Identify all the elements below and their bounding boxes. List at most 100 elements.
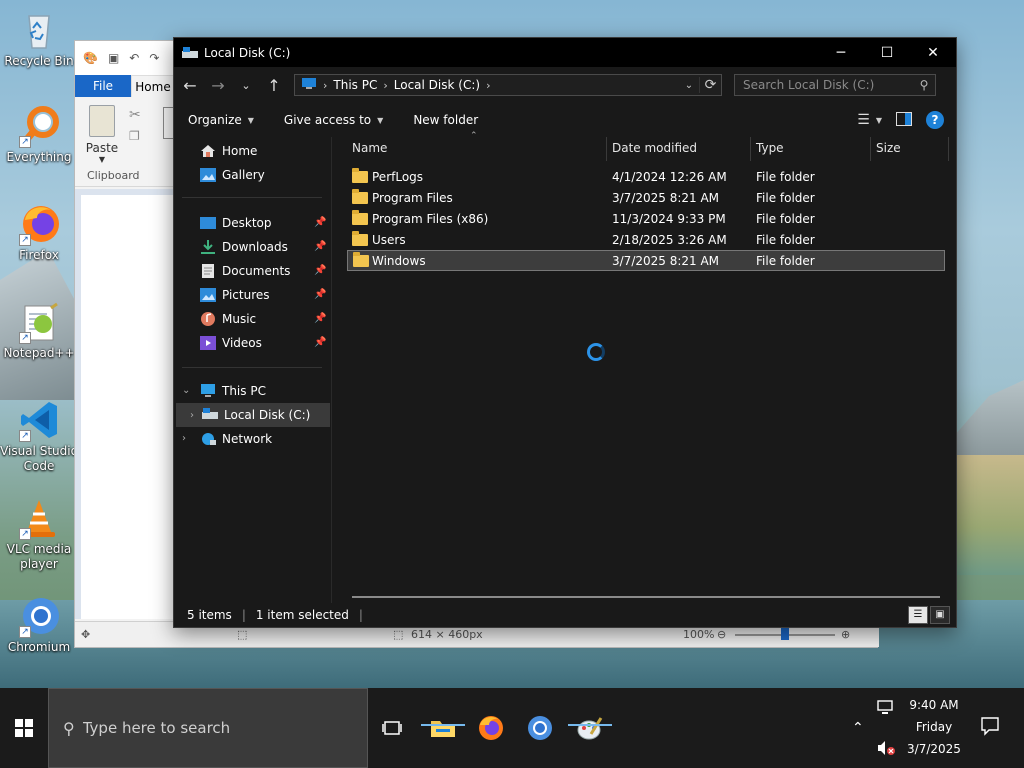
forward-button[interactable]: →	[206, 71, 230, 99]
pin-icon[interactable]: 📌	[314, 217, 326, 228]
zoom-slider-thumb[interactable]	[781, 626, 789, 640]
action-center-button[interactable]	[980, 716, 1000, 739]
minimize-button[interactable]: ─	[818, 38, 864, 67]
nav-this-pc[interactable]: This PC	[200, 379, 266, 403]
copy-icon[interactable]: ❐	[129, 129, 140, 143]
paste-button[interactable]: Paste ▼	[85, 105, 119, 164]
desktop-icon-vlc[interactable]: ↗ VLC media player	[0, 496, 78, 572]
undo-icon[interactable]: ↶	[129, 51, 139, 65]
paint-tab-home[interactable]: Home	[131, 75, 175, 97]
zoom-out-button[interactable]: ⊖	[717, 628, 726, 641]
column-divider[interactable]	[750, 137, 751, 161]
paint-canvas[interactable]	[81, 195, 173, 619]
taskbar-file-explorer[interactable]	[419, 688, 467, 768]
new-folder-button[interactable]: New folder	[413, 113, 478, 127]
breadcrumb-separator[interactable]: ›	[486, 79, 490, 92]
search-box[interactable]: ⚲	[734, 74, 936, 96]
breadcrumb-this-pc[interactable]: This PC	[333, 78, 377, 92]
expand-chevron-icon[interactable]: ⌄	[182, 385, 190, 396]
folder-icon	[352, 231, 368, 246]
pin-icon[interactable]: 📌	[314, 289, 326, 300]
organize-button[interactable]: Organize ▼	[188, 113, 254, 127]
address-bar[interactable]: › This PC › Local Disk (C:) › ⌄ ⟳	[294, 74, 722, 96]
file-row[interactable]: Program Files 3/7/2025 8:21 AM File fold…	[347, 188, 945, 209]
change-view-icon[interactable]: ☰	[857, 112, 870, 128]
cut-icon[interactable]: ✂	[129, 107, 141, 123]
pin-icon[interactable]: 📌	[314, 313, 326, 324]
nav-local-disk[interactable]: › Local Disk (C:)	[176, 403, 330, 427]
nav-label: Documents	[222, 264, 291, 278]
column-divider[interactable]	[606, 137, 607, 161]
desktop-icon-vscode[interactable]: ↗ Visual Studio Code	[0, 398, 78, 474]
column-header-type[interactable]: Type	[756, 141, 784, 165]
nav-desktop[interactable]: Desktop	[200, 211, 330, 235]
collapse-chevron-icon[interactable]: ›	[182, 433, 186, 444]
taskbar-firefox[interactable]	[467, 688, 515, 768]
show-hidden-icons-button[interactable]: ⌃	[852, 688, 864, 768]
nav-network[interactable]: Network	[200, 427, 272, 451]
give-access-button[interactable]: Give access to ▼	[284, 113, 383, 127]
file-list[interactable]: ⌃ Name Date modified Type Size PerfLogs …	[334, 131, 956, 604]
pin-icon[interactable]: 📌	[314, 265, 326, 276]
file-row[interactable]: Program Files (x86) 11/3/2024 9:33 PM Fi…	[347, 209, 945, 230]
redo-icon[interactable]: ↷	[149, 51, 159, 65]
nav-videos[interactable]: Videos	[200, 331, 262, 355]
column-header-size[interactable]: Size	[876, 141, 901, 165]
up-button[interactable]: ↑	[262, 71, 286, 99]
file-explorer-window[interactable]: Local Disk (C:) ─ ☐ ✕ ← → ⌄ ↑ › This PC …	[173, 37, 957, 628]
preview-pane-icon[interactable]	[896, 111, 912, 129]
maximize-button[interactable]: ☐	[864, 38, 910, 67]
paint-tab-file[interactable]: File	[75, 75, 131, 97]
save-icon[interactable]: ▣	[108, 51, 119, 65]
start-button[interactable]	[0, 688, 48, 768]
details-view-button[interactable]: ☰	[908, 606, 928, 624]
pin-icon[interactable]: 📌	[314, 337, 326, 348]
search-input[interactable]	[743, 78, 913, 92]
task-view-button[interactable]	[368, 688, 416, 768]
recent-locations-button[interactable]: ⌄	[234, 71, 258, 99]
nav-downloads[interactable]: Downloads	[200, 235, 288, 259]
nav-music[interactable]: Music	[200, 307, 256, 331]
address-history-chevron-icon[interactable]: ⌄	[679, 80, 699, 91]
taskbar-paint[interactable]	[566, 688, 614, 768]
file-type: File folder	[756, 212, 815, 226]
search-icon[interactable]: ⚲	[913, 78, 935, 92]
desktop-icon-firefox[interactable]: ↗ Firefox	[0, 202, 78, 263]
file-row[interactable]: PerfLogs 4/1/2024 12:26 AM File folder	[347, 167, 945, 188]
desktop-icon-everything[interactable]: ↗ Everything	[0, 104, 78, 165]
close-button[interactable]: ✕	[910, 38, 956, 67]
taskbar-search-input[interactable]	[82, 719, 343, 737]
zoom-level: 100%	[683, 628, 715, 641]
horizontal-scrollbar[interactable]	[352, 596, 940, 598]
collapse-chevron-icon[interactable]: ›	[190, 410, 194, 421]
desktop-icon-recycle-bin[interactable]: Recycle Bin	[0, 8, 78, 69]
view-options-chevron-icon[interactable]: ▼	[876, 116, 882, 125]
refresh-button[interactable]: ⟳	[699, 77, 721, 93]
nav-home[interactable]: Home	[200, 139, 257, 163]
taskbar-search-box[interactable]: ⚲	[48, 688, 368, 768]
pin-icon[interactable]: 📌	[314, 241, 326, 252]
nav-gallery[interactable]: Gallery	[200, 163, 265, 187]
volume-muted-icon[interactable]	[877, 740, 895, 759]
help-icon[interactable]: ?	[926, 111, 944, 129]
desktop-icon-notepad-plus-plus[interactable]: ↗ Notepad++	[0, 300, 78, 361]
breadcrumb-local-disk[interactable]: Local Disk (C:)	[394, 78, 480, 92]
nav-pictures[interactable]: Pictures	[200, 283, 270, 307]
file-row-selected[interactable]: Windows 3/7/2025 8:21 AM File folder	[347, 250, 945, 271]
column-header-name[interactable]: Name	[352, 141, 387, 165]
desktop-icon-chromium[interactable]: ↗ Chromium	[0, 594, 78, 655]
vlc-cone-icon: ↗	[17, 496, 61, 540]
network-tray-icon[interactable]	[877, 700, 895, 719]
taskbar-chromium[interactable]	[516, 688, 564, 768]
column-header-date[interactable]: Date modified	[612, 141, 697, 165]
nav-documents[interactable]: Documents	[200, 259, 290, 283]
file-row[interactable]: Users 2/18/2025 3:26 AM File folder	[347, 230, 945, 251]
zoom-in-button[interactable]: ⊕	[841, 628, 850, 641]
system-clock[interactable]: 9:40 AM Friday 3/7/2025	[896, 694, 972, 760]
explorer-title-bar[interactable]: Local Disk (C:) ─ ☐ ✕	[174, 38, 956, 67]
column-divider[interactable]	[870, 137, 871, 161]
column-divider[interactable]	[948, 137, 949, 161]
back-button[interactable]: ←	[178, 71, 202, 99]
explorer-status-bar: 5 items | 1 item selected | ☰ ▣	[174, 603, 956, 627]
large-icons-view-button[interactable]: ▣	[930, 606, 950, 624]
